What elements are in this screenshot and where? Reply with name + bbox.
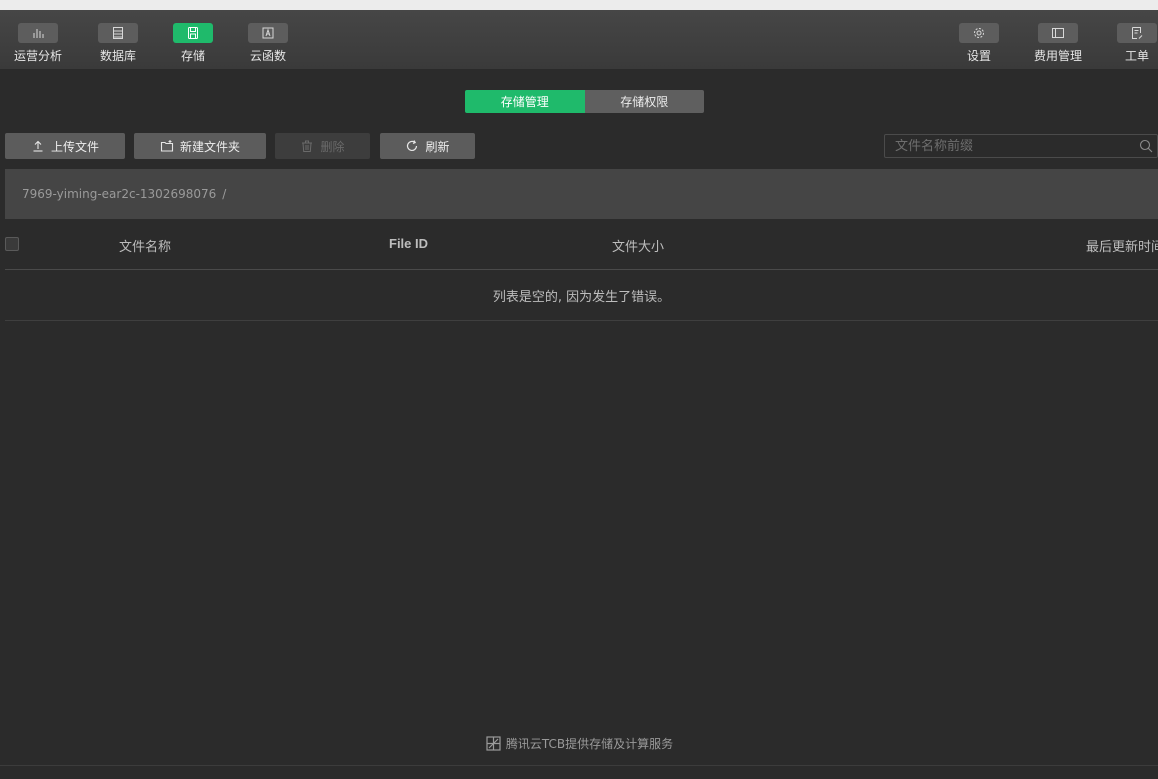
refresh-icon xyxy=(407,140,418,152)
tencent-cloud-logo-icon xyxy=(486,735,501,751)
column-header-file-size[interactable]: 文件大小 xyxy=(612,236,664,255)
upload-file-label: 上传文件 xyxy=(50,139,99,154)
table-header: 文件名称 File ID 文件大小 最后更新时间 xyxy=(5,219,1158,270)
search-box xyxy=(884,134,1158,158)
toolbar-label: 设置 xyxy=(966,49,991,63)
breadcrumb-bucket[interactable]: 7969-yiming-ear2c-1302698076 xyxy=(22,187,216,201)
toolbar-label: 运营分析 xyxy=(14,49,63,63)
toolbar-label: 数据库 xyxy=(99,49,136,63)
trash-icon xyxy=(302,140,313,152)
search-icon[interactable] xyxy=(1139,139,1153,153)
select-all-checkbox[interactable] xyxy=(5,237,19,251)
toolbar-item-billing[interactable]: 费用管理 xyxy=(1034,23,1082,67)
delete-label: 删除 xyxy=(320,139,345,154)
footer: 腾讯云TCB提供存储及计算服务 xyxy=(0,733,1158,753)
refresh-label: 刷新 xyxy=(425,139,450,154)
chart-icon xyxy=(33,29,44,38)
empty-list-message: 列表是空的, 因为发生了错误。 xyxy=(5,270,1158,321)
tab-storage-permissions[interactable]: 存储权限 xyxy=(584,90,704,113)
toolbar-item-settings[interactable]: 设置 xyxy=(959,23,999,67)
database-icon xyxy=(113,27,123,39)
toolbar-item-database[interactable]: 数据库 xyxy=(98,23,138,67)
ticket-icon xyxy=(1132,27,1143,39)
toolbar-item-analytics[interactable]: 运营分析 xyxy=(14,23,62,67)
upload-icon xyxy=(33,140,43,152)
refresh-button[interactable]: 刷新 xyxy=(380,133,475,159)
new-folder-icon xyxy=(160,140,174,152)
toolbar-label: 存储 xyxy=(180,49,205,63)
tab-storage-management[interactable]: 存储管理 xyxy=(465,90,585,113)
column-header-last-updated[interactable]: 最后更新时间 xyxy=(1086,236,1158,255)
footer-text: 腾讯云TCB提供存储及计算服务 xyxy=(505,736,674,751)
window-title-strip xyxy=(0,0,1158,10)
search-input[interactable] xyxy=(895,138,1139,154)
toolbar-item-storage[interactable]: 存储 xyxy=(173,23,213,67)
new-folder-label: 新建文件夹 xyxy=(179,139,240,154)
toolbar-label: 工单 xyxy=(1124,49,1149,63)
toolbar-item-tickets[interactable]: 工单 xyxy=(1117,23,1157,67)
column-header-file-id[interactable]: File ID xyxy=(389,236,428,251)
breadcrumb: 7969-yiming-ear2c-1302698076 / xyxy=(5,169,1158,219)
toolbar-item-functions[interactable]: 云函数 xyxy=(248,23,288,67)
storage-icon xyxy=(188,27,198,39)
bottom-divider xyxy=(0,765,1158,766)
upload-file-button[interactable]: 上传文件 xyxy=(5,133,125,159)
function-icon xyxy=(262,27,274,39)
storage-tabs: 存储管理 存储权限 xyxy=(465,90,704,113)
toolbar-label: 云函数 xyxy=(249,49,286,63)
new-folder-button[interactable]: 新建文件夹 xyxy=(134,133,266,159)
column-header-filename[interactable]: 文件名称 xyxy=(119,236,171,255)
breadcrumb-separator: / xyxy=(222,187,227,201)
toolbar-label: 费用管理 xyxy=(1034,49,1083,63)
gear-icon xyxy=(974,28,984,38)
billing-icon xyxy=(1052,28,1064,38)
top-toolbar: 运营分析 数据库 存储 云函数 设置 费用管理 工单 xyxy=(0,10,1158,70)
delete-button[interactable]: 删除 xyxy=(275,133,370,159)
